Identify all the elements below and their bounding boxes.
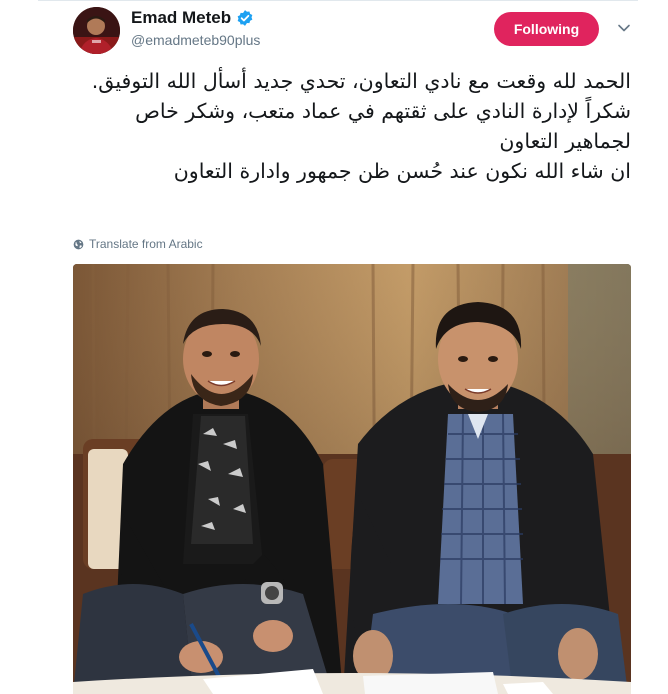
avatar-image <box>73 7 120 54</box>
globe-icon <box>73 239 84 249</box>
tweet-divider <box>38 0 638 1</box>
tweet-text: الحمد لله وقعت مع نادي التعاون، تحدي جدي… <box>75 66 631 186</box>
verified-badge-icon <box>237 10 253 26</box>
contract-signing-photo <box>73 264 631 694</box>
chevron-down-icon[interactable] <box>616 20 632 36</box>
tweet-text-line: ان شاء الله نكون عند حُسن ظن جمهور وادار… <box>173 159 631 183</box>
translate-label: Translate from Arabic <box>89 237 203 251</box>
author-name-row: Emad Meteb <box>131 8 254 28</box>
author-display-name[interactable]: Emad Meteb <box>131 8 231 28</box>
author-avatar[interactable] <box>73 7 120 54</box>
translate-link[interactable]: Translate from Arabic <box>73 237 203 251</box>
tweet-photo[interactable] <box>73 264 631 694</box>
author-handle[interactable]: @emadmeteb90plus <box>131 32 260 48</box>
tweet-text-line: الحمد لله وقعت مع نادي التعاون، تحدي جدي… <box>91 69 631 93</box>
tweet-text-line: شكراً لإدارة النادي على ثقتهم في عماد مت… <box>135 99 631 153</box>
following-button[interactable]: Following <box>494 12 599 46</box>
